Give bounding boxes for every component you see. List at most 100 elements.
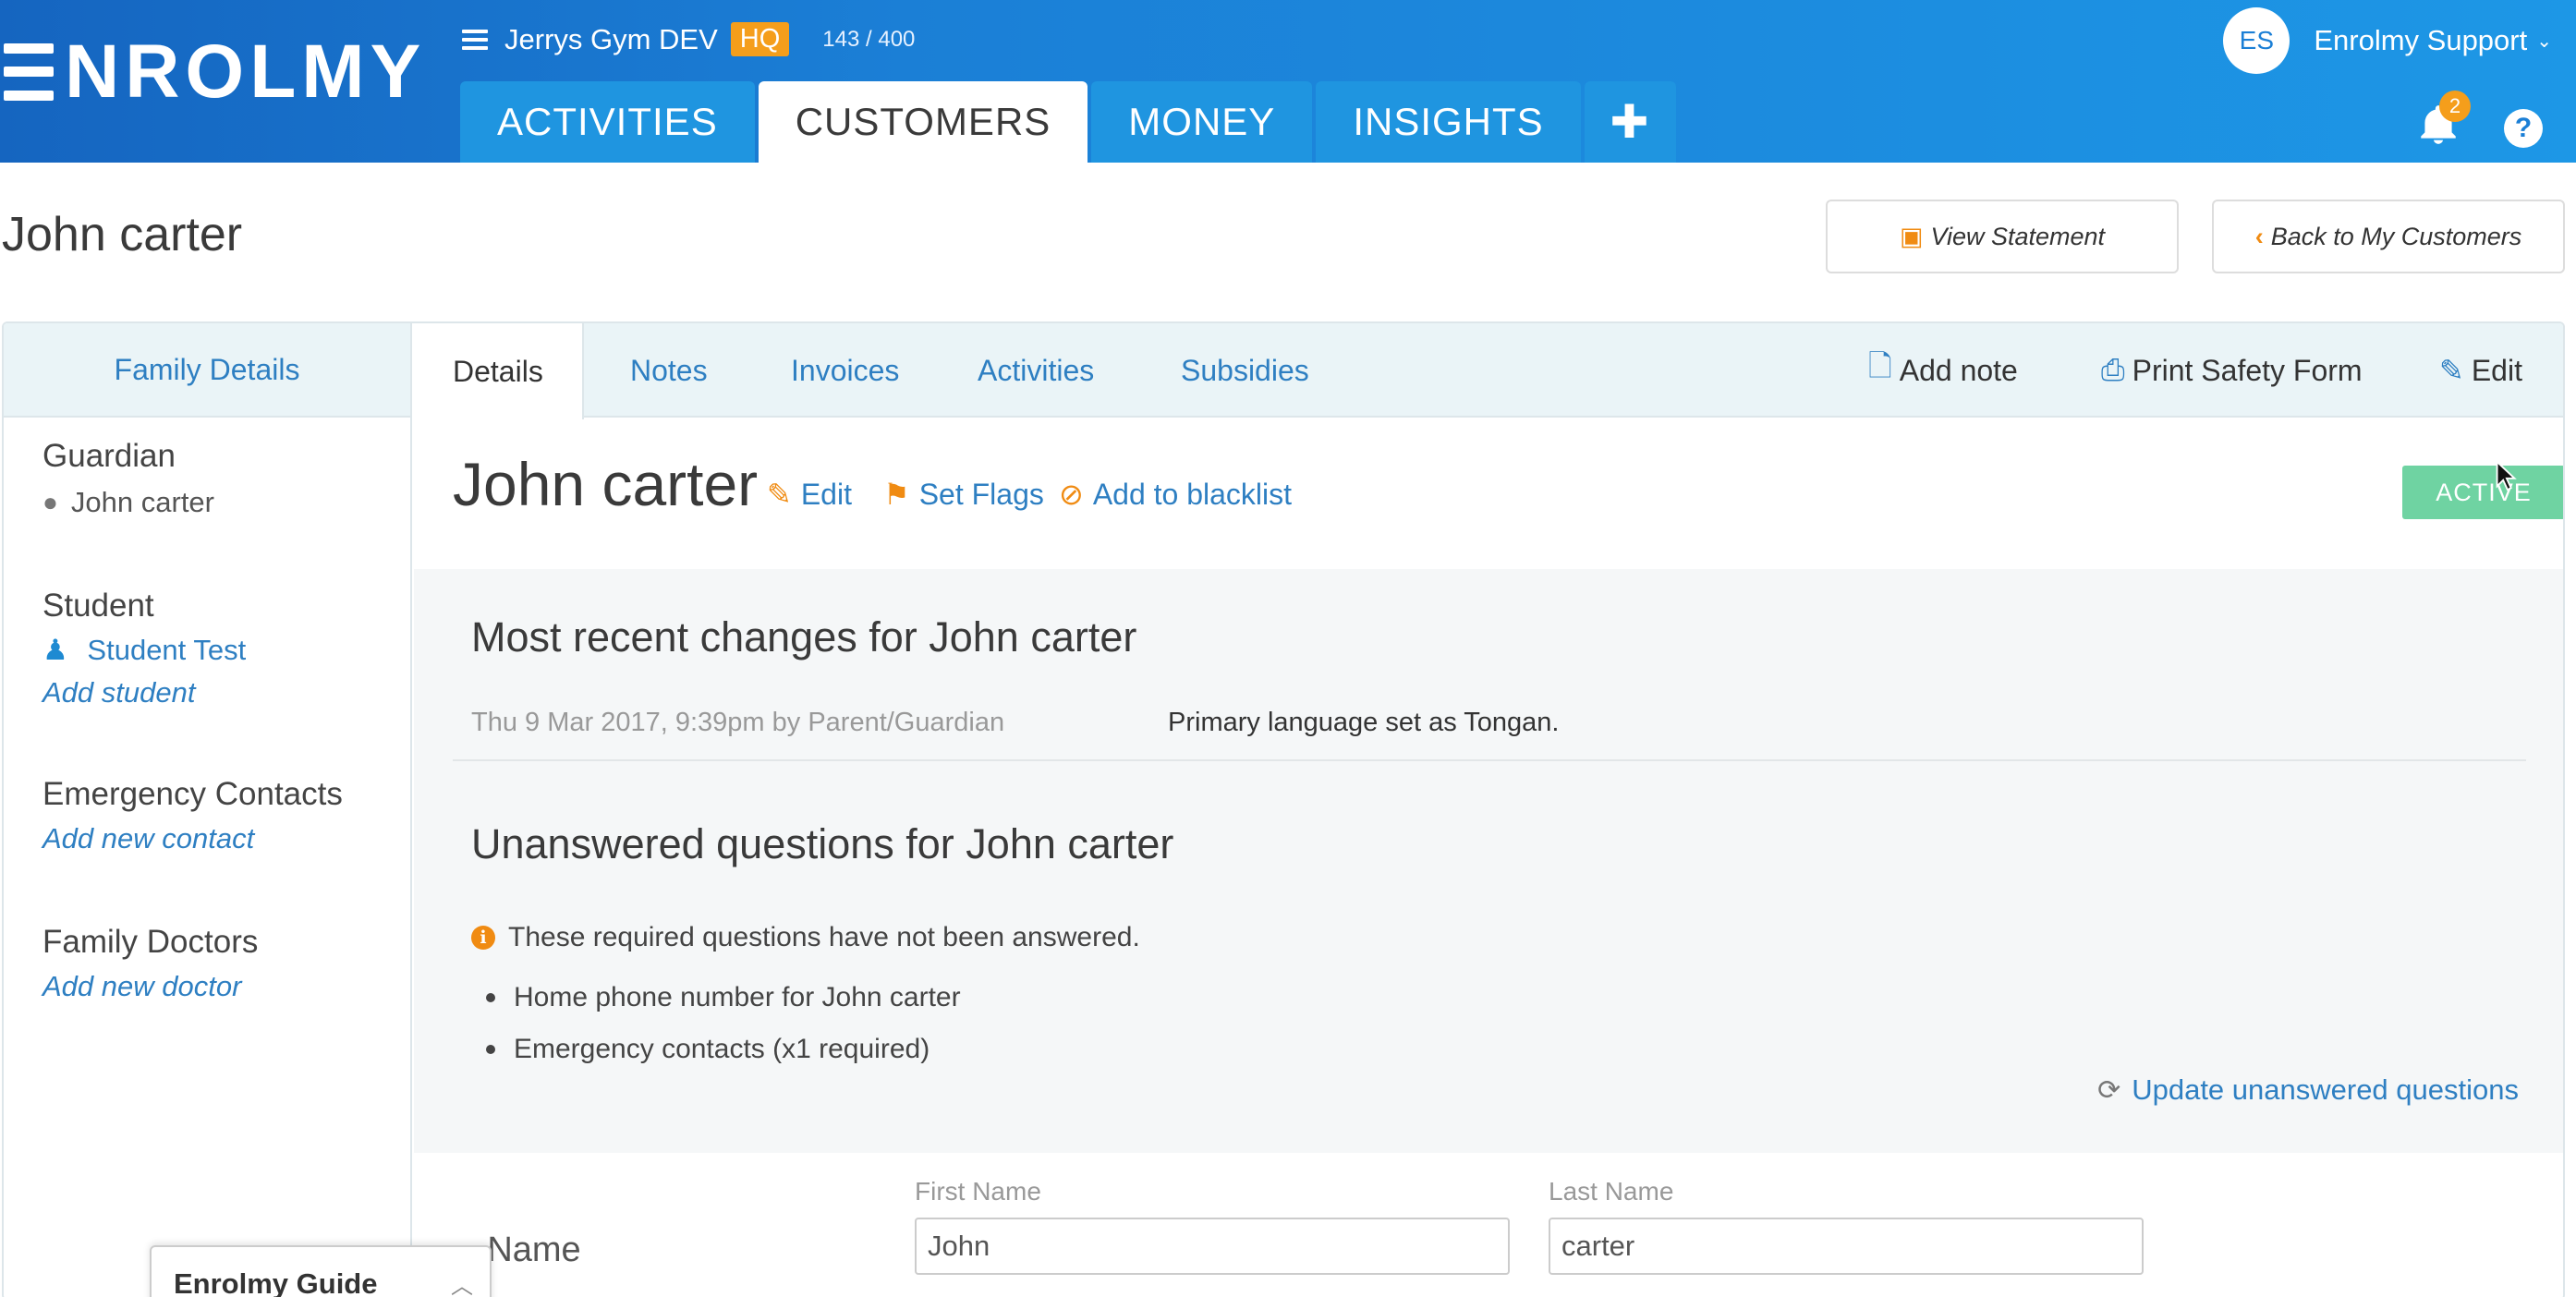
unanswered-title: Unanswered questions for John carter [471,820,1174,867]
document-icon: 🗋 [1868,349,1892,382]
tab-activities[interactable]: Activities [978,323,1094,418]
customer-summary: Most recent changes for John carter Thu … [414,569,2563,1153]
first-name-field[interactable]: John [915,1218,1510,1275]
nav-tab-money[interactable]: MONEY [1091,81,1313,163]
unanswered-info: i These required questions have not been… [471,922,1140,953]
person-icon: ● [43,488,58,516]
change-timestamp: Thu 9 Mar 2017, 9:39pm by Parent/Guardia… [471,708,1005,737]
set-flags-label: Set Flags [918,477,1044,511]
nav-tab-customers[interactable]: CUSTOMERS [758,81,1088,163]
customer-main: Details Notes Invoices Activities Subsid… [414,323,2563,1297]
doctors-heading: Family Doctors [43,924,259,960]
view-statement-label: View Statement [1930,222,2106,250]
notification-count-badge: 2 [2439,91,2471,122]
guardian-heading: Guardian [43,438,176,474]
last-name-label: Last Name [1549,1177,1674,1206]
list-item-text: Home phone number for John carter [514,982,961,1012]
student-heading: Student [43,588,154,624]
edit-label: Edit [2471,353,2522,387]
add-note-label: Add note [1899,353,2018,387]
guide-title: Enrolmy Guide [174,1267,378,1297]
refresh-icon: ⟳ [2097,1074,2121,1106]
chevron-up-icon[interactable]: ︿ [451,1267,473,1297]
view-statement-button[interactable]: ▣ View Statement [1826,200,2179,273]
enrolmy-logo[interactable]: NROLMY [4,30,427,114]
family-details-tab[interactable]: Family Details [4,323,410,418]
page-title: John carter [2,208,243,261]
update-unanswered-link[interactable]: ⟳ Update unanswered questions [2097,1073,2519,1107]
nav-tab-activities[interactable]: ACTIVITIES [460,81,755,163]
ban-icon: ⊘ [1059,478,1084,511]
add-to-blacklist-link[interactable]: ⊘ Add to blacklist [1059,477,1292,512]
customer-panel: Family Details Guardian ● John carter St… [2,321,2565,1297]
emergency-heading: Emergency Contacts [43,776,343,812]
add-tab-plus-icon[interactable]: ✚ [1584,81,1676,163]
last-name-field[interactable]: carter [1549,1218,2144,1275]
logo-wordmark: NROLMY [65,30,427,114]
divider [453,759,2526,761]
pencil-icon: ✎ [767,478,792,511]
top-navigation-bar: NROLMY Jerrys Gym DEV HQ 143 / 400 ACTIV… [0,0,2576,163]
edit-customer-label: Edit [800,477,852,511]
family-sidebar: Family Details Guardian ● John carter St… [4,323,412,1297]
avatar[interactable]: ES [2223,7,2290,74]
student-section: Student ♟ Student Test Add student [43,588,246,709]
name-form-row: ● Name First Name John Last Name carter [414,1153,2563,1297]
print-safety-form-button[interactable]: ⎙ Print Safety Form [2101,323,2363,418]
pencil-icon: ✎ [2439,354,2464,387]
blacklist-label: Add to blacklist [1092,477,1293,511]
customer-subtabs: Details Notes Invoices Activities Subsid… [414,323,2563,419]
edit-family-button[interactable]: ✎ Edit [2439,323,2522,418]
customer-header: John carter ✎ Edit ⚑ Set Flags ⊘ Add to … [414,419,2563,556]
organisation-switcher[interactable]: Jerrys Gym DEV HQ 143 / 400 [462,22,915,56]
guardian-entry[interactable]: ● John carter [43,486,214,519]
set-flags-link[interactable]: ⚑ Set Flags [883,477,1044,512]
unanswered-info-text: These required questions have not been a… [508,922,1140,952]
info-icon: i [471,926,495,950]
back-to-customers-button[interactable]: ‹ Back to My Customers [2212,200,2565,273]
back-label: Back to My Customers [2270,222,2522,250]
customer-count: 143 / 400 [822,26,916,52]
guardian-name[interactable]: John carter [71,486,214,519]
update-unanswered-label: Update unanswered questions [2132,1073,2519,1106]
add-note-button[interactable]: 🗋 Add note [1868,323,2018,418]
hq-badge: HQ [730,22,790,56]
guardian-section: Guardian ● John carter [43,438,214,519]
list-item: Home phone number for John carter [471,972,961,1024]
edit-customer-link[interactable]: ✎ Edit [767,477,852,512]
user-menu[interactable]: ES Enrolmy Support ⌄ [2223,7,2552,74]
notifications-bell-icon[interactable]: 2 [2415,91,2471,148]
main-nav-tabs: ACTIVITIES CUSTOMERS MONEY INSIGHTS ✚ [460,81,1680,163]
user-name[interactable]: Enrolmy Support [2314,24,2527,57]
help-icon[interactable]: ? [2504,109,2543,148]
organisation-name[interactable]: Jerrys Gym DEV [504,23,718,56]
enrolmy-guide-widget[interactable]: Enrolmy Guide ︿ [150,1245,492,1297]
tab-notes[interactable]: Notes [630,323,708,418]
flag-icon: ⚑ [883,478,910,511]
unanswered-list: Home phone number for John carter Emerge… [471,972,961,1075]
nav-tab-insights[interactable]: INSIGHTS [1316,81,1581,163]
student-link[interactable]: ♟ Student Test [43,634,246,667]
tab-details[interactable]: Details [414,323,584,419]
first-name-label: First Name [915,1177,1041,1206]
chevron-down-icon[interactable]: ⌄ [2536,30,2552,53]
logo-e-mark [4,43,59,101]
status-badge[interactable]: ACTIVE [2402,466,2563,519]
tab-invoices[interactable]: Invoices [791,323,899,418]
customer-name: John carter [453,450,759,518]
child-icon: ♟ [43,634,68,666]
list-item-text: Emergency contacts (x1 required) [514,1034,930,1064]
emergency-section: Emergency Contacts Add new contact [43,776,343,855]
chevron-left-icon: ‹ [2254,222,2264,250]
student-name[interactable]: Student Test [87,634,246,666]
print-safety-label: Print Safety Form [2132,353,2363,387]
name-label-text: Name [487,1230,581,1269]
add-doctor-link[interactable]: Add new doctor [43,970,258,1003]
list-item: Emergency contacts (x1 required) [471,1024,961,1075]
add-contact-link[interactable]: Add new contact [43,822,343,855]
add-student-link[interactable]: Add student [43,676,246,709]
tab-subsidies[interactable]: Subsidies [1181,323,1309,418]
hamburger-menu-icon[interactable] [462,29,488,50]
doctors-section: Family Doctors Add new doctor [43,924,258,1003]
change-description: Primary language set as Tongan. [1168,708,1560,737]
